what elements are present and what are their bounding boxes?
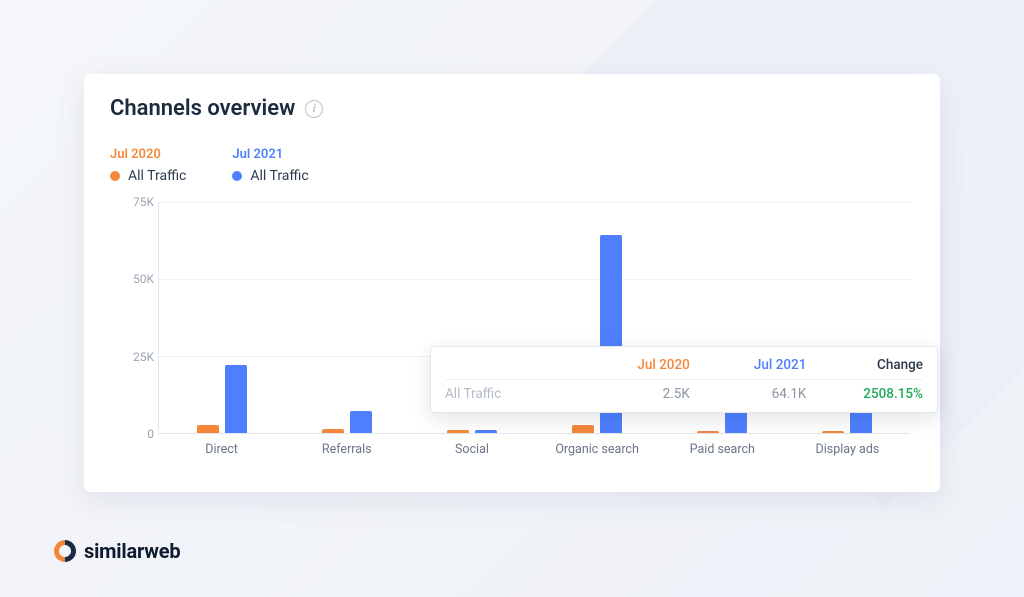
tooltip-val-b: 64.1K bbox=[690, 386, 807, 402]
bar-pair bbox=[197, 365, 247, 433]
tooltip-header: Jul 2020 Jul 2021 Change bbox=[445, 357, 923, 380]
x-axis-label: Display ads bbox=[785, 442, 910, 457]
legend-period-a: Jul 2020 bbox=[110, 147, 186, 162]
brand: similarweb bbox=[54, 539, 180, 563]
chart-tooltip: Jul 2020 Jul 2021 Change All Traffic 2.5… bbox=[430, 346, 938, 413]
legend-item-b[interactable]: All Traffic bbox=[232, 168, 308, 184]
x-axis-label: Organic search bbox=[535, 442, 660, 457]
tooltip-row-label: All Traffic bbox=[445, 386, 573, 402]
bar-series-a[interactable] bbox=[572, 425, 594, 433]
bar-series-a[interactable] bbox=[447, 430, 469, 433]
tooltip-val-change: 2508.15% bbox=[806, 386, 923, 402]
legend-label-b: All Traffic bbox=[250, 168, 308, 184]
bar-series-b[interactable] bbox=[225, 365, 247, 433]
legend-dot-b bbox=[232, 171, 242, 181]
x-axis-label: Social bbox=[409, 442, 534, 457]
x-axis-label: Direct bbox=[159, 442, 284, 457]
bar-pair bbox=[447, 430, 497, 433]
tooltip-col-change: Change bbox=[806, 357, 923, 373]
brand-text: similarweb bbox=[84, 539, 180, 563]
bar-series-b[interactable] bbox=[350, 411, 372, 433]
bar-series-a[interactable] bbox=[822, 431, 844, 433]
tooltip-col-a: Jul 2020 bbox=[573, 357, 690, 373]
legend-period-b: Jul 2021 bbox=[232, 147, 308, 162]
info-icon[interactable]: i bbox=[305, 100, 323, 118]
channels-overview-card: Channels overview i Jul 2020 All Traffic… bbox=[84, 74, 940, 492]
legend-series-b: Jul 2021 All Traffic bbox=[232, 147, 308, 184]
legend-label-a: All Traffic bbox=[128, 168, 186, 184]
title-row: Channels overview i bbox=[110, 96, 914, 121]
y-tick-3: 75K bbox=[110, 195, 154, 209]
y-tick-2: 50K bbox=[110, 272, 154, 286]
tooltip-col-b: Jul 2021 bbox=[690, 357, 807, 373]
bar-series-a[interactable] bbox=[197, 425, 219, 433]
x-axis-label: Referrals bbox=[284, 442, 409, 457]
bar-series-a[interactable] bbox=[322, 429, 344, 433]
bar-series-b[interactable] bbox=[725, 411, 747, 433]
legend-series-a: Jul 2020 All Traffic bbox=[110, 147, 186, 184]
y-tick-0: 0 bbox=[110, 427, 154, 441]
bar-pair bbox=[322, 411, 372, 433]
bar-pair bbox=[697, 411, 747, 433]
bar-group[interactable]: Referrals bbox=[284, 202, 409, 433]
bar-series-a[interactable] bbox=[697, 431, 719, 433]
brand-icon bbox=[54, 540, 76, 562]
legend-dot-a bbox=[110, 171, 120, 181]
chart-area: 0 25K 50K 75K DirectReferralsSocialOrgan… bbox=[110, 202, 914, 462]
x-axis-label: Paid search bbox=[660, 442, 785, 457]
legend: Jul 2020 All Traffic Jul 2021 All Traffi… bbox=[110, 147, 914, 184]
y-tick-1: 25K bbox=[110, 350, 154, 364]
panel-title: Channels overview bbox=[110, 96, 295, 121]
bar-group[interactable]: Direct bbox=[159, 202, 284, 433]
tooltip-row: All Traffic 2.5K 64.1K 2508.15% bbox=[445, 386, 923, 402]
legend-item-a[interactable]: All Traffic bbox=[110, 168, 186, 184]
tooltip-val-a: 2.5K bbox=[573, 386, 690, 402]
bar-series-b[interactable] bbox=[475, 430, 497, 433]
